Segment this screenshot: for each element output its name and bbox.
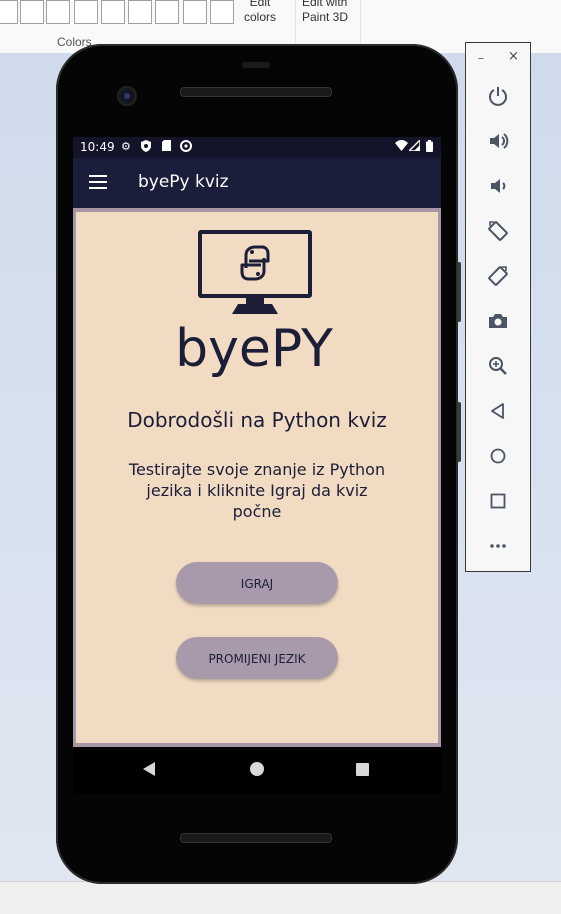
color-swatch[interactable] (74, 0, 98, 24)
paint3d-label-2: Paint 3D (302, 10, 349, 24)
nav-back-icon[interactable] (143, 762, 155, 776)
power-icon[interactable] (482, 80, 514, 112)
wifi-icon (395, 140, 408, 155)
edit-colors-label-2: colors (244, 10, 277, 24)
side-button-power (457, 262, 461, 322)
camera-icon[interactable] (482, 305, 514, 337)
edit-with-paint3d-button[interactable]: Edit with Paint 3D (302, 0, 348, 25)
more-icon[interactable] (482, 530, 514, 562)
app-bar: byePy kviz (73, 158, 441, 208)
color-swatch[interactable] (155, 0, 179, 24)
settings-icon: ⚙ (121, 140, 131, 153)
sync-icon (180, 140, 192, 156)
menu-icon[interactable] (89, 175, 107, 189)
play-button[interactable]: IGRAJ (176, 562, 338, 604)
zoom-icon[interactable] (482, 350, 514, 382)
rotate-left-icon[interactable] (482, 215, 514, 247)
change-language-button[interactable]: PROMIJENI JEZIK (176, 637, 338, 679)
android-status-bar: 10:49 ⚙ (73, 137, 441, 158)
close-icon[interactable]: × (508, 49, 519, 64)
shield-icon (141, 140, 151, 156)
intro-description: Testirajte svoje znanje iz Python jezika… (128, 460, 386, 521)
volume-down-icon[interactable] (482, 170, 514, 202)
overview-icon[interactable] (482, 485, 514, 517)
home-icon[interactable] (482, 440, 514, 472)
bytepy-logo: byePY (175, 230, 333, 378)
rotate-right-icon[interactable] (482, 260, 514, 292)
color-swatch[interactable] (101, 0, 125, 24)
color-swatch[interactable] (183, 0, 207, 24)
signal-icon (407, 138, 421, 155)
welcome-heading: Dobrodošli na Python kviz (127, 408, 387, 432)
paint3d-label-1: Edit with (302, 0, 348, 9)
battery-icon (426, 140, 433, 156)
nav-overview-icon[interactable] (356, 763, 369, 776)
color-swatch[interactable] (0, 0, 18, 24)
phone-screen: 10:49 ⚙ byePy kviz byePY Dobrodošli na P… (73, 137, 441, 747)
android-nav-bar (73, 747, 441, 795)
status-strip (0, 881, 561, 914)
bottom-speaker (180, 833, 332, 843)
minimize-icon[interactable]: – (478, 51, 484, 65)
color-swatch[interactable] (210, 0, 234, 24)
side-button-volume (457, 402, 461, 462)
main-content: byePY Dobrodošli na Python kviz Testiraj… (76, 212, 438, 743)
color-swatch[interactable] (46, 0, 70, 24)
emulator-toolbar: – × (465, 42, 531, 572)
ribbon-separator (360, 0, 361, 43)
edit-colors-button[interactable]: Edit colors (244, 0, 276, 25)
edit-colors-label-1: Edit (249, 0, 271, 9)
status-time: 10:49 (80, 140, 115, 154)
color-swatch[interactable] (20, 0, 44, 24)
front-camera (117, 86, 137, 106)
volume-up-icon[interactable] (482, 125, 514, 157)
sd-card-icon (162, 140, 171, 155)
app-title: byePy kviz (138, 172, 229, 192)
top-speaker (180, 87, 332, 97)
ribbon-separator (295, 0, 296, 43)
nav-home-icon[interactable] (250, 762, 264, 776)
logo-text: byePY (175, 319, 333, 378)
earpiece-notch (242, 62, 270, 68)
back-icon[interactable] (482, 395, 514, 427)
color-swatch[interactable] (128, 0, 152, 24)
